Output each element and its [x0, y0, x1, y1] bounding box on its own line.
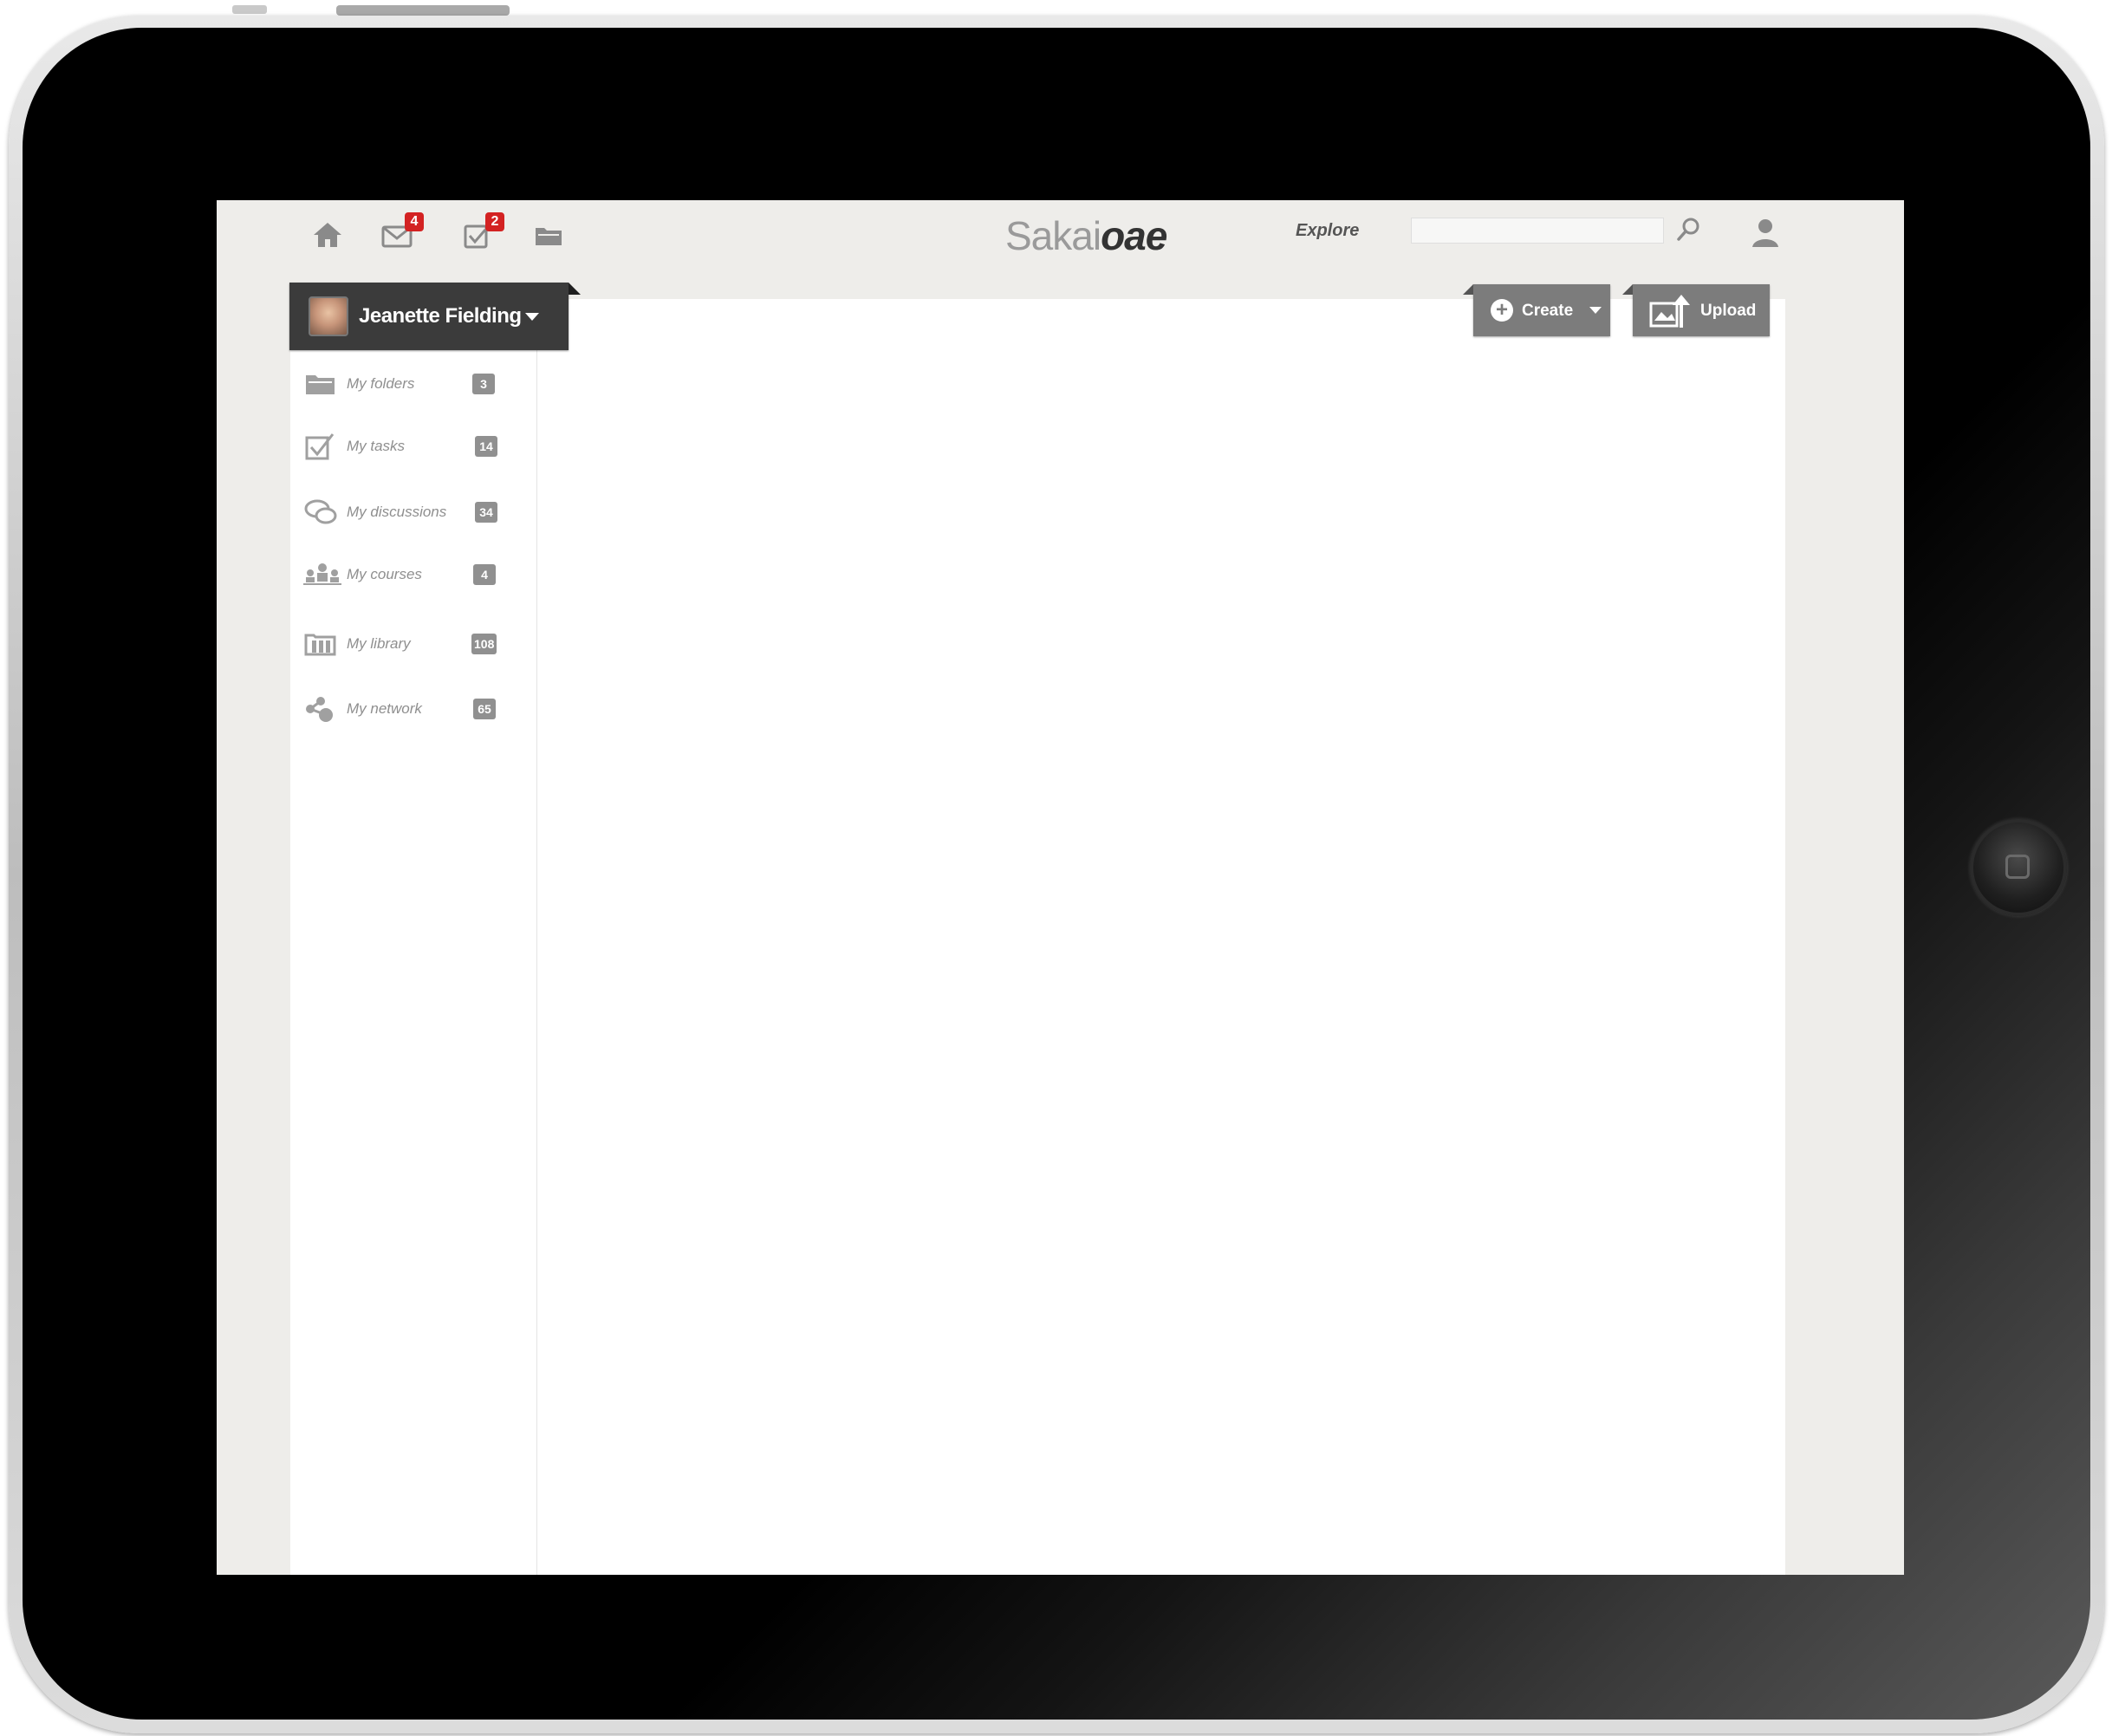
- folder-icon: [303, 368, 338, 400]
- count-badge: 65: [473, 699, 496, 719]
- chat-bubbles-icon: [303, 497, 338, 528]
- library-icon: [303, 628, 338, 660]
- left-sidebar: [290, 299, 537, 1575]
- top-navigation-bar: 4 2 Sakaioae Explore: [217, 200, 1904, 296]
- user-icon[interactable]: [1747, 216, 1784, 250]
- count-badge: 4: [473, 564, 496, 585]
- tasks-badge: 2: [485, 212, 504, 231]
- plus-circle-icon: +: [1491, 299, 1513, 322]
- folder-nav-icon[interactable]: [529, 218, 569, 257]
- sidebar-item-label: My folders: [347, 375, 415, 392]
- home-button-square-icon: [2005, 855, 2030, 879]
- count-badge: 108: [471, 634, 497, 654]
- people-icon: [303, 559, 341, 590]
- upload-icon: [1648, 291, 1692, 329]
- device-home-button[interactable]: [1970, 819, 2067, 916]
- create-button[interactable]: + Create: [1463, 284, 1610, 336]
- sidebar-item-label: My library: [347, 635, 411, 652]
- sidebar-item-my-discussions[interactable]: My discussions 34: [303, 493, 529, 533]
- sidebar-item-label: My tasks: [347, 438, 406, 454]
- create-button-fold: [1463, 284, 1473, 295]
- count-badge: 34: [475, 502, 497, 523]
- explore-link[interactable]: Explore: [1296, 221, 1359, 241]
- device-volume-button: [232, 5, 267, 14]
- network-icon: [303, 693, 338, 725]
- count-badge: 3: [472, 374, 495, 394]
- sidebar-item-my-network[interactable]: My network 65: [303, 690, 529, 730]
- main-content-area: [537, 299, 1785, 1575]
- home-icon[interactable]: [308, 218, 348, 257]
- sidebar-item-my-library[interactable]: My library 108: [303, 625, 529, 665]
- sidebar-item-label: My courses: [347, 566, 422, 582]
- logo-text-light: Sakai: [1005, 213, 1101, 258]
- count-badge: 14: [475, 436, 497, 457]
- device-power-button: [336, 5, 510, 16]
- tasks-checkbox-icon[interactable]: 2: [458, 212, 504, 257]
- sidebar-item-label: My network: [347, 700, 422, 717]
- sidebar-item-my-courses[interactable]: My courses 4: [303, 556, 529, 595]
- checkbox-icon: [303, 431, 338, 462]
- sidebar-item-label: My discussions: [347, 504, 447, 520]
- upload-button[interactable]: Upload: [1622, 284, 1770, 336]
- chevron-down-icon: [525, 313, 539, 321]
- logo-text-bold: oae: [1101, 213, 1167, 258]
- user-menu-fold: [569, 283, 581, 295]
- sakai-oae-logo[interactable]: Sakaioae: [1005, 212, 1167, 259]
- messages-badge: 4: [405, 212, 424, 231]
- upload-button-label: Upload: [1700, 302, 1757, 320]
- sidebar-item-my-folders[interactable]: My folders 3: [303, 365, 529, 405]
- avatar: [309, 296, 348, 336]
- user-menu-button[interactable]: Jeanette Fielding: [289, 283, 581, 350]
- messages-envelope-icon[interactable]: 4: [377, 212, 424, 257]
- search-icon[interactable]: [1673, 214, 1704, 245]
- app-screen: 4 2 Sakaioae Explore Jeanette Fielding M…: [217, 200, 1904, 1575]
- home-icon-graphic: [314, 223, 341, 247]
- sidebar-item-my-tasks[interactable]: My tasks 14: [303, 427, 529, 467]
- search-input[interactable]: [1411, 218, 1664, 244]
- upload-button-fold: [1622, 284, 1633, 295]
- folder-icon: [536, 228, 562, 245]
- create-button-label: Create: [1522, 302, 1574, 320]
- chevron-down-icon: [1589, 307, 1602, 314]
- user-name: Jeanette Fielding: [359, 304, 522, 328]
